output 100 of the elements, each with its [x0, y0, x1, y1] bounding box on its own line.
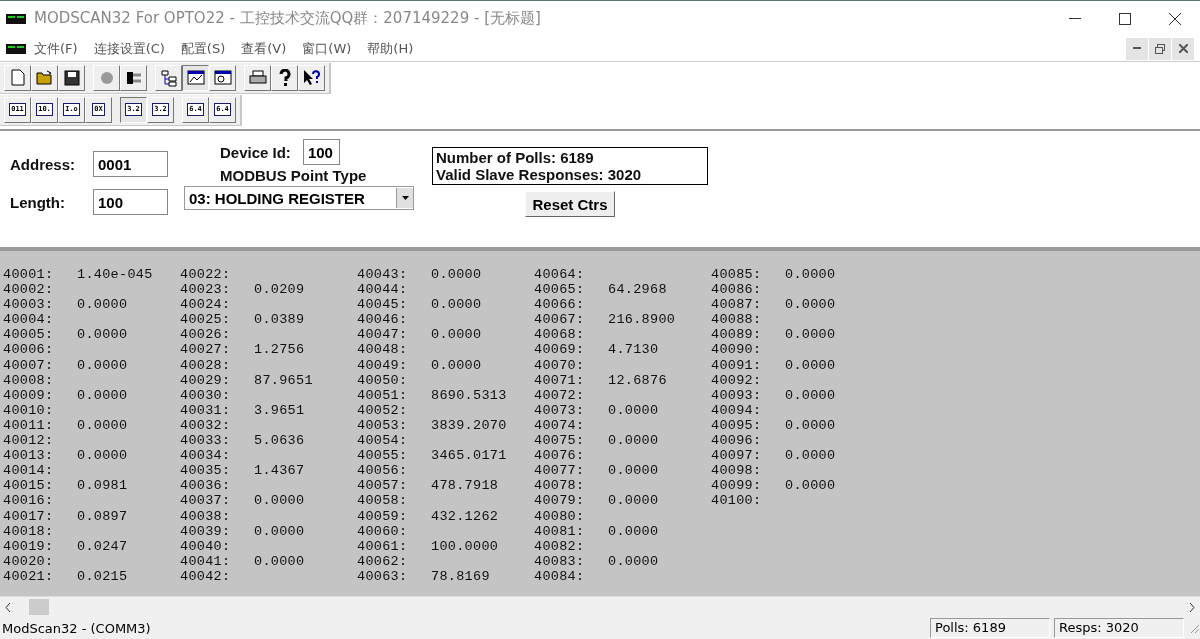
minimize-icon [1133, 47, 1141, 50]
register-value: 216.8900 [608, 312, 676, 328]
register-address: 40024: [180, 297, 232, 313]
register-address: 40052: [357, 402, 409, 418]
register-address: 40081: [534, 523, 586, 539]
register-address: 40028: [180, 357, 232, 373]
register-address: 40080: [534, 508, 586, 524]
register-address: 40007: [3, 357, 55, 373]
menu-item[interactable]: 查看(V) [241, 39, 287, 58]
device-id-label: Device Id: [220, 143, 291, 161]
register-address: 40045: [357, 297, 409, 313]
register-value: 8690.5313 [431, 387, 507, 403]
register-address: 40079: [534, 493, 586, 509]
register-address: 40001: [3, 267, 55, 283]
register-value: 0.0000 [785, 478, 836, 494]
register-value: 12.6876 [608, 372, 667, 388]
register-address: 40046: [357, 312, 409, 328]
close-button[interactable] [1172, 37, 1194, 60]
register-value: 0.0215 [77, 568, 128, 584]
register-address: 40087: [711, 297, 763, 313]
restore-icon [1155, 43, 1165, 54]
toolbar-button[interactable] [182, 64, 209, 91]
reset-counters-button[interactable]: Reset Ctrs [525, 191, 615, 217]
menu-item[interactable]: 配置(S) [180, 39, 226, 58]
menu-item[interactable]: 文件(F) [34, 39, 78, 58]
register-address: 40032: [180, 417, 232, 434]
register-address: 40061: [357, 538, 409, 554]
register-value: 0.0897 [77, 508, 128, 524]
register-address: 40055: [357, 448, 409, 464]
register-address: 40077: [534, 463, 586, 479]
register-address: 40039: [180, 523, 232, 539]
register-value: 0.0000 [785, 267, 836, 283]
register-value: 0.0000 [77, 387, 128, 403]
register-address: 40072: [534, 387, 586, 403]
register-address: 40022: [180, 267, 232, 283]
minimize-button[interactable] [1126, 37, 1148, 60]
register-address: 40027: [180, 342, 232, 358]
device-id-field[interactable]: 100 [302, 139, 340, 165]
register-address: 40010: [3, 402, 55, 418]
register-address: 40054: [357, 433, 409, 449]
register-value: 432.1262 [431, 508, 499, 524]
register-address: 40006: [3, 342, 55, 358]
address-field[interactable]: 0001 [93, 151, 168, 177]
polls-count: Number of Polls: 6189 [436, 149, 595, 166]
register-address: 40038: [180, 508, 232, 524]
register-address: 40008: [3, 372, 55, 388]
register-value: 3.9651 [254, 402, 305, 418]
point-type-label: MODBUS Point Type [219, 167, 368, 184]
register-address: 40071: [534, 372, 586, 388]
register-value: 5.0636 [254, 433, 305, 449]
register-address: 40098: [711, 463, 763, 479]
register-address: 40043: [357, 267, 409, 283]
register-value: 0.0000 [785, 417, 836, 434]
scrollbar-thumb[interactable] [29, 599, 49, 615]
register-value: 0.0000 [77, 327, 128, 343]
menu-item[interactable]: 连接设置(C) [93, 39, 165, 58]
register-address: 40012: [3, 433, 55, 449]
horizontal-scrollbar[interactable] [0, 596, 1200, 617]
register-address: 40037: [180, 493, 232, 509]
register-address: 40048: [357, 342, 409, 358]
restore-button[interactable] [1149, 37, 1171, 60]
scroll-left-icon [5, 602, 11, 612]
register-address: 40030: [180, 387, 232, 403]
tree-diagram-icon [159, 68, 178, 87]
register-value: 0.0000 [608, 463, 659, 479]
register-address: 40020: [3, 553, 55, 569]
register-address: 40040: [180, 538, 232, 554]
register-address: 40049: [357, 357, 409, 373]
point-type-dropdown[interactable]: 03: HOLDING REGISTER [184, 186, 414, 210]
register-address: 40015: [3, 478, 55, 494]
register-address: 40017: [3, 508, 55, 524]
register-address: 40092: [711, 372, 763, 388]
register-address: 40041: [180, 553, 232, 569]
register-value: 478.7918 [431, 478, 499, 494]
register-value: 0.0389 [254, 312, 305, 328]
status-message: ModScan32 - (COMM3) [1, 620, 152, 636]
register-address: 40005: [3, 327, 55, 343]
register-address: 40091: [711, 357, 763, 373]
menu-item[interactable]: 窗口(W) [302, 39, 352, 58]
register-value: 0.0000 [254, 523, 305, 539]
length-field[interactable]: 100 [93, 189, 168, 215]
register-value: 0.0000 [608, 553, 659, 569]
register-address: 40063: [357, 568, 409, 584]
register-value: 0.0000 [785, 297, 836, 313]
register-value: 1.4367 [254, 463, 305, 479]
register-address: 40067: [534, 312, 586, 328]
register-address: 40003: [3, 297, 55, 313]
resize-grip-icon [1188, 622, 1200, 634]
register-address: 40035: [180, 463, 232, 479]
register-address: 40064: [534, 267, 586, 283]
window-title: MODSCAN32 For OPTO22 - 工控技术交流QQ群：207149229 - [无标题] [34, 9, 542, 28]
magnifier-window-icon [213, 69, 232, 86]
menu-item[interactable]: 帮助(H) [367, 39, 414, 58]
responses-count: Valid Slave Responses: 3020 [436, 166, 643, 183]
register-address: 40085: [711, 267, 763, 283]
register-address: 40086: [711, 282, 763, 298]
register-value: 0.0000 [785, 448, 836, 464]
register-address: 40047: [357, 327, 409, 343]
register-address: 40082: [534, 538, 586, 554]
register-address: 40013: [3, 448, 55, 464]
